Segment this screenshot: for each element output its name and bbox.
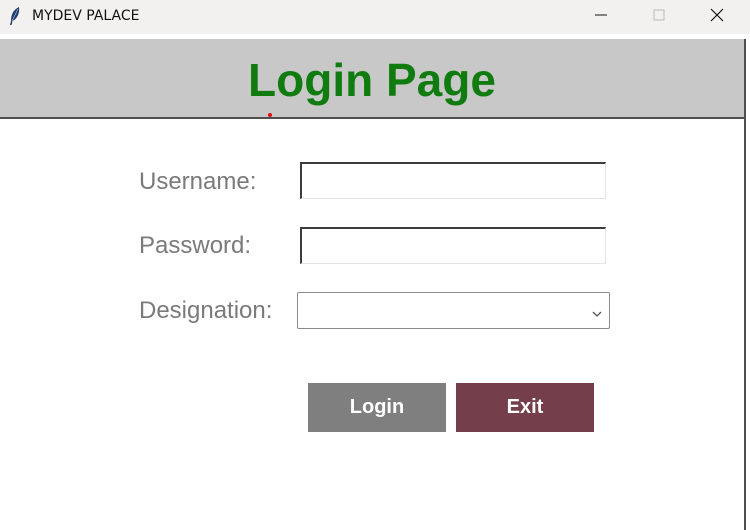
maximize-button[interactable]: [630, 0, 688, 34]
maximize-icon: [653, 8, 665, 26]
feather-icon: [8, 6, 22, 26]
minimize-button[interactable]: [572, 0, 630, 34]
marker-dot: [268, 113, 272, 117]
window-title: MYDEV PALACE: [32, 8, 140, 24]
username-field[interactable]: [300, 162, 606, 199]
designation-label: Designation:: [139, 297, 273, 324]
window-titlebar: MYDEV PALACE: [0, 0, 750, 34]
window-border: [744, 39, 746, 530]
login-button[interactable]: Login: [308, 383, 446, 432]
username-label: Username:: [139, 168, 257, 195]
page-title: Login Page: [248, 54, 496, 106]
close-button[interactable]: [688, 0, 746, 34]
password-label: Password:: [139, 232, 252, 259]
designation-dropdown[interactable]: [297, 292, 610, 329]
close-icon: [710, 8, 724, 27]
minimize-icon: [595, 8, 607, 26]
password-field[interactable]: [300, 227, 606, 264]
exit-button[interactable]: Exit: [456, 383, 594, 432]
header-banner: Login Page: [0, 39, 744, 119]
chevron-down-icon[interactable]: [591, 306, 603, 317]
